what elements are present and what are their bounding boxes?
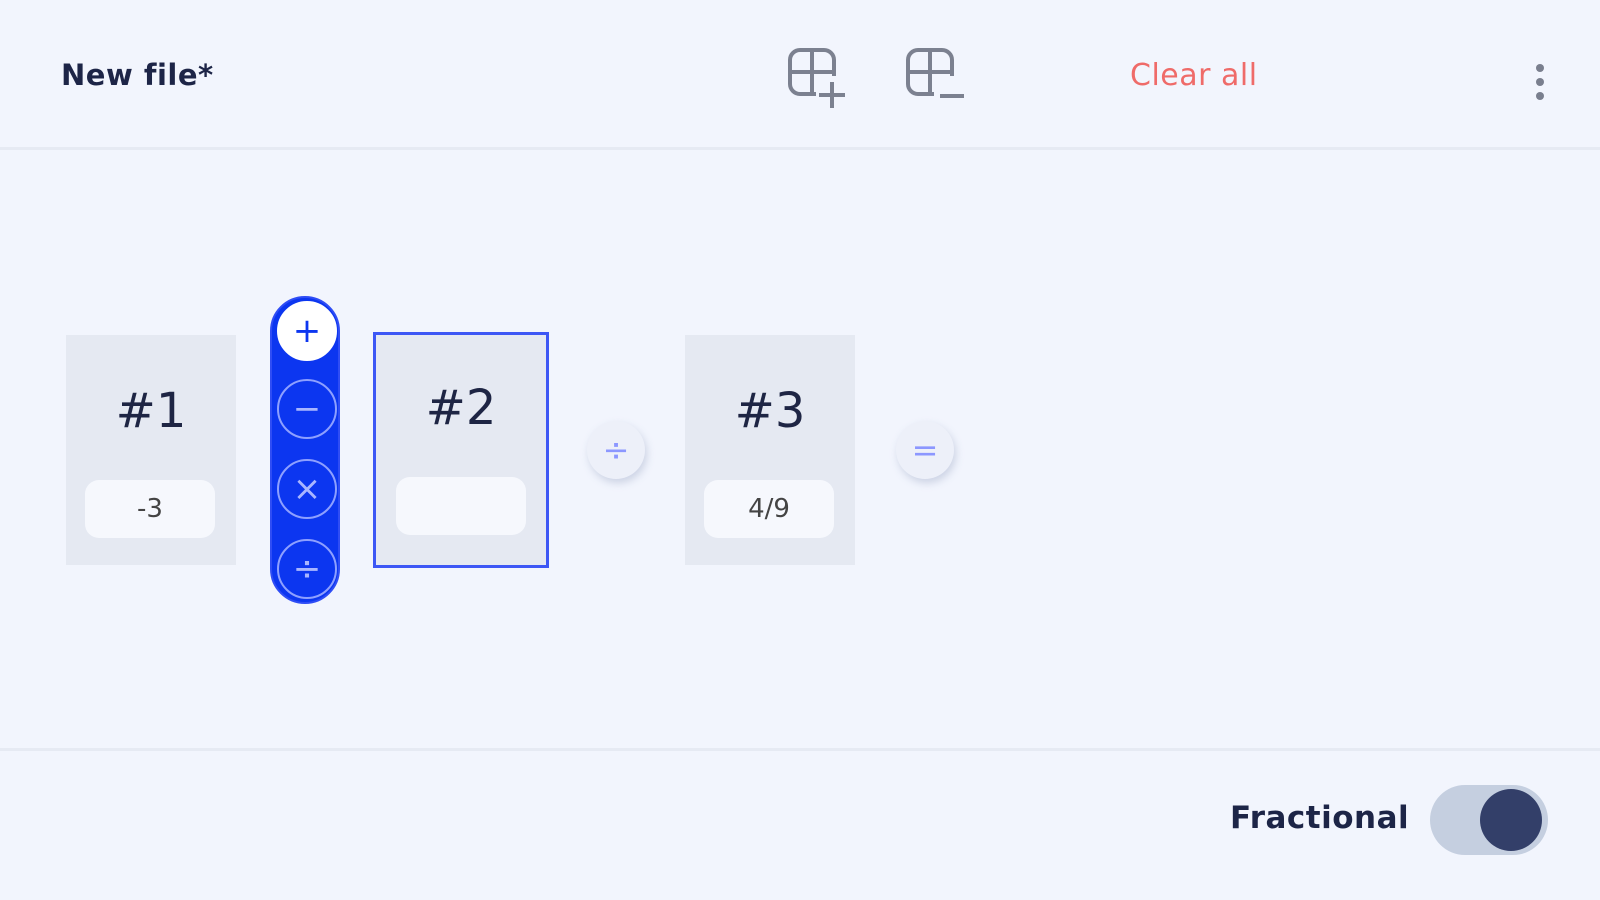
clear-all-button[interactable]: Clear all <box>1130 58 1258 93</box>
card-label: #1 <box>115 383 187 439</box>
operator-divide-button[interactable]: ÷ <box>277 539 337 599</box>
file-title: New file* <box>61 58 214 92</box>
card-label: #3 <box>734 383 806 439</box>
fractional-label: Fractional <box>1230 800 1410 836</box>
operator-minus-button[interactable]: − <box>277 379 337 439</box>
more-vertical-icon <box>1536 64 1544 72</box>
add-grid-button[interactable] <box>780 40 860 120</box>
operand-input-3[interactable] <box>704 480 834 538</box>
operand-card-1[interactable]: #1 <box>66 335 236 565</box>
calculator-app: New file* Clear all #1 -3 + − × ÷ #2 ÷ #… <box>0 0 1600 900</box>
equals-button[interactable]: = <box>896 421 954 479</box>
remove-grid-button[interactable] <box>896 40 976 120</box>
fractional-toggle[interactable] <box>1430 785 1548 855</box>
operand-card-3[interactable]: #3 <box>685 335 855 565</box>
header: New file* Clear all <box>0 0 1600 150</box>
operator-picker: + − × ÷ <box>270 296 340 604</box>
toggle-knob <box>1480 789 1542 851</box>
operand-card-2[interactable]: #2 <box>373 332 549 568</box>
footer-divider <box>0 748 1600 751</box>
operator-divide-bubble[interactable]: ÷ <box>587 421 645 479</box>
add-grid-icon <box>788 48 846 108</box>
operator-multiply-button[interactable]: × <box>277 459 337 519</box>
operand-input-2[interactable] <box>396 477 526 535</box>
operator-plus-button[interactable]: + <box>277 301 337 361</box>
card-label: #2 <box>425 380 497 436</box>
operand-input-1[interactable] <box>85 480 215 538</box>
remove-grid-icon <box>906 48 964 106</box>
more-options-button[interactable] <box>1520 52 1560 112</box>
